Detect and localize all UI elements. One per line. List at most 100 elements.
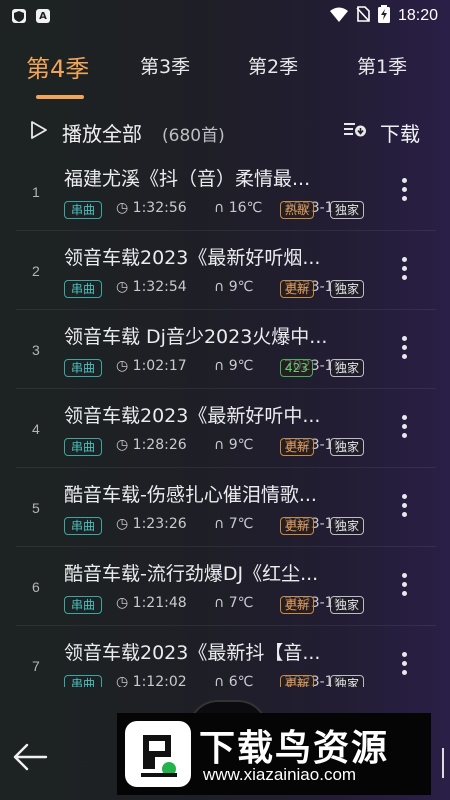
song-number: 3 bbox=[32, 342, 40, 358]
more-options-icon[interactable] bbox=[394, 257, 414, 287]
song-number: 4 bbox=[32, 421, 40, 437]
song-meta: 串曲 ◷ 1:23:26 ∩ 7℃ 2023-10 更新 独家 bbox=[64, 516, 374, 536]
song-row[interactable]: 7 领音车载2023《最新抖【音... 串曲 ◷ 1:12:02 ∩ 6℃ 20… bbox=[16, 626, 436, 687]
song-title[interactable]: 酷音车载-伤感扎心催泪情歌... bbox=[64, 480, 364, 507]
exclusive-tag: 独家 bbox=[330, 280, 365, 298]
clock-icon: ◷ bbox=[116, 279, 129, 295]
song-count: (680首) bbox=[162, 126, 225, 146]
update-badge: 更新 bbox=[280, 438, 315, 456]
song-title[interactable]: 领音车载2023《最新好听中... bbox=[64, 401, 364, 428]
popularity: ∩ 9℃ bbox=[214, 358, 254, 374]
serial-tag: 串曲 bbox=[64, 517, 103, 535]
more-options-icon[interactable] bbox=[394, 415, 414, 445]
song-title[interactable]: 领音车载 Dj音少2023火爆中... bbox=[64, 322, 364, 349]
song-meta: 串曲 ◷ 1:28:26 ∩ 9℃ 2023-10 更新 独家 bbox=[64, 437, 374, 457]
popularity: ∩ 9℃ bbox=[214, 437, 254, 453]
exclusive-tag: 独家 bbox=[330, 675, 365, 687]
song-meta: 串曲 ◷ 1:32:56 ∩ 16℃ 2023-1 热歌 独家 bbox=[64, 200, 374, 220]
more-options-icon[interactable] bbox=[394, 494, 414, 524]
headphones-icon: ∩ bbox=[214, 674, 225, 687]
clock-icon: ◷ bbox=[116, 200, 129, 216]
song-row[interactable]: 4 领音车载2023《最新好听中... 串曲 ◷ 1:28:26 ∩ 9℃ 20… bbox=[16, 389, 436, 468]
song-meta: 串曲 ◷ 1:02:17 ∩ 9℃ 2023-10 423 独家 bbox=[64, 358, 374, 378]
popularity: ∩ 9℃ bbox=[214, 279, 254, 295]
download-button[interactable]: 下载 bbox=[380, 118, 420, 147]
tab-season-2[interactable]: 第2季 bbox=[248, 52, 298, 79]
duration: ◷ 1:32:54 bbox=[116, 279, 187, 295]
watermark-url: www.xiazainiao.com bbox=[203, 765, 357, 784]
clock-icon: ◷ bbox=[116, 674, 129, 687]
exclusive-tag: 独家 bbox=[330, 517, 365, 535]
rank-badge: 423 bbox=[280, 359, 313, 377]
song-number: 7 bbox=[32, 658, 40, 674]
clock-icon: ◷ bbox=[116, 516, 129, 532]
wifi-icon bbox=[329, 7, 348, 26]
status-time: 18:20 bbox=[397, 7, 438, 24]
song-row[interactable]: 2 领音车载2023《最新好听烟... 串曲 ◷ 1:32:54 ∩ 9℃ 20… bbox=[16, 231, 436, 310]
song-title[interactable]: 酷音车载-流行劲爆DJ《红尘... bbox=[64, 559, 364, 586]
watermark-title: 下载鸟资源 bbox=[199, 728, 390, 769]
headphones-icon: ∩ bbox=[214, 516, 225, 532]
duration: ◷ 1:21:48 bbox=[116, 595, 187, 611]
clock-icon: ◷ bbox=[116, 437, 129, 453]
song-row[interactable]: 6 酷音车载-流行劲爆DJ《红尘... 串曲 ◷ 1:21:48 ∩ 7℃ 20… bbox=[16, 547, 436, 626]
update-badge: 更新 bbox=[280, 517, 315, 535]
song-title[interactable]: 领音车载2023《最新抖【音... bbox=[64, 638, 364, 665]
watermark-logo bbox=[125, 721, 191, 787]
shield-icon bbox=[12, 9, 26, 23]
play-all-button[interactable]: 播放全部 bbox=[62, 118, 142, 147]
serial-tag: 串曲 bbox=[64, 438, 103, 456]
more-options-icon[interactable] bbox=[394, 336, 414, 366]
playlist-edge-icon[interactable] bbox=[432, 748, 444, 778]
duration: ◷ 1:32:56 bbox=[116, 200, 187, 216]
status-bar: A 18:20 bbox=[0, 0, 450, 32]
song-title[interactable]: 领音车载2023《最新好听烟... bbox=[64, 243, 364, 270]
download-list-icon[interactable] bbox=[343, 121, 367, 143]
play-icon[interactable] bbox=[30, 120, 48, 144]
headphones-icon: ∩ bbox=[214, 200, 225, 216]
serial-tag: 串曲 bbox=[64, 359, 103, 377]
more-options-icon[interactable] bbox=[394, 652, 414, 682]
song-number: 5 bbox=[32, 500, 40, 516]
song-list: 1 福建尤溪《抖（音）柔情最... 串曲 ◷ 1:32:56 ∩ 16℃ 202… bbox=[0, 152, 450, 687]
song-number: 1 bbox=[32, 184, 40, 200]
play-all-row: 播放全部 (680首) 下载 bbox=[0, 116, 450, 146]
serial-tag: 串曲 bbox=[64, 201, 103, 219]
duration: ◷ 1:02:17 bbox=[116, 358, 187, 374]
song-meta: 串曲 ◷ 1:12:02 ∩ 6℃ 2023-10 更新 独家 bbox=[64, 674, 374, 687]
popularity: ∩ 16℃ bbox=[214, 200, 263, 216]
clock-icon: ◷ bbox=[116, 358, 129, 374]
exclusive-tag: 独家 bbox=[330, 201, 365, 219]
headphones-icon: ∩ bbox=[214, 279, 225, 295]
battery-charging-icon bbox=[377, 5, 390, 27]
serial-tag: 串曲 bbox=[64, 280, 103, 298]
duration: ◷ 1:28:26 bbox=[116, 437, 187, 453]
song-title[interactable]: 福建尤溪《抖（音）柔情最... bbox=[64, 164, 364, 191]
tab-season-4[interactable]: 第4季 bbox=[26, 49, 89, 84]
more-options-icon[interactable] bbox=[394, 573, 414, 603]
headphones-icon: ∩ bbox=[214, 437, 225, 453]
song-row[interactable]: 3 领音车载 Dj音少2023火爆中... 串曲 ◷ 1:02:17 ∩ 9℃ … bbox=[16, 310, 436, 389]
song-number: 2 bbox=[32, 263, 40, 279]
song-meta: 串曲 ◷ 1:32:54 ∩ 9℃ 2023-10 更新 独家 bbox=[64, 279, 374, 299]
update-badge: 更新 bbox=[280, 596, 315, 614]
update-badge: 更新 bbox=[280, 280, 315, 298]
popularity: ∩ 7℃ bbox=[214, 516, 254, 532]
song-number: 6 bbox=[32, 579, 40, 595]
update-badge: 更新 bbox=[280, 675, 315, 687]
app-a-icon: A bbox=[36, 9, 50, 23]
tab-season-1[interactable]: 第1季 bbox=[357, 52, 407, 79]
song-row[interactable]: 1 福建尤溪《抖（音）柔情最... 串曲 ◷ 1:32:56 ∩ 16℃ 202… bbox=[16, 152, 436, 231]
popularity: ∩ 7℃ bbox=[214, 595, 254, 611]
no-sim-icon bbox=[356, 6, 370, 26]
more-options-icon[interactable] bbox=[394, 178, 414, 208]
tab-season-3[interactable]: 第3季 bbox=[140, 52, 190, 79]
exclusive-tag: 独家 bbox=[330, 596, 365, 614]
serial-tag: 串曲 bbox=[64, 675, 103, 687]
headphones-icon: ∩ bbox=[214, 358, 225, 374]
song-row[interactable]: 5 酷音车载-伤感扎心催泪情歌... 串曲 ◷ 1:23:26 ∩ 7℃ 202… bbox=[16, 468, 436, 547]
duration: ◷ 1:23:26 bbox=[116, 516, 187, 532]
watermark: 下载鸟资源 www.xiazainiao.com bbox=[117, 713, 431, 795]
back-arrow-icon[interactable] bbox=[12, 742, 48, 776]
song-meta: 串曲 ◷ 1:21:48 ∩ 7℃ 2023-10 更新 独家 bbox=[64, 595, 374, 615]
